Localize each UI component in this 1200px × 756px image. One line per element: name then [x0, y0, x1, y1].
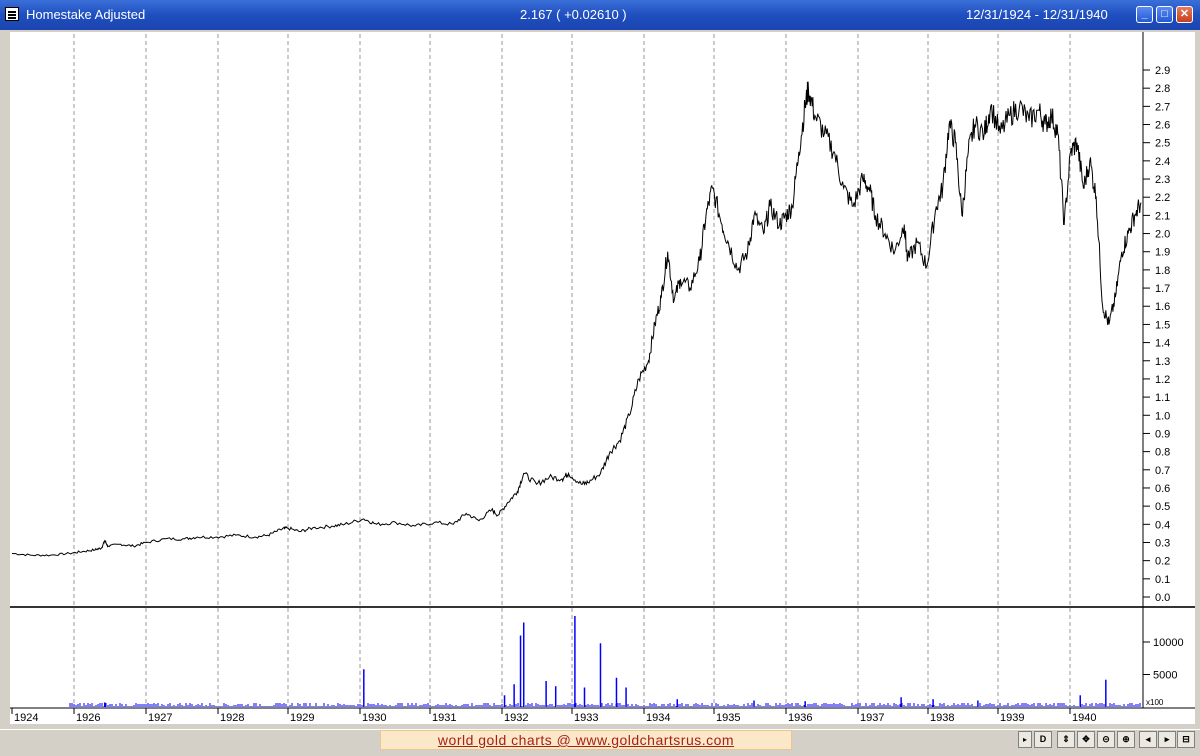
x-tick-label-1929: 1929	[290, 712, 314, 724]
y-tick-label-2.7: 2.7	[1155, 101, 1170, 113]
zoom-out-button[interactable]: ⊝	[1097, 731, 1115, 748]
x-tick-label-1931: 1931	[432, 712, 456, 724]
y-tick-label-2.1: 2.1	[1155, 210, 1170, 222]
chart-area[interactable]: 0.0 0.1 0.2 0.3 0.4 0.5 0.6 0.7 0.8 0.9 1.0 1.1 1.2 1…	[0, 30, 1200, 729]
volume-axis-background	[1143, 608, 1195, 708]
title-bar[interactable]: Homestake Adjusted 2.167 ( +0.02610 ) 12…	[0, 0, 1200, 30]
x-tick-label-1926: 1926	[76, 712, 100, 724]
y-tick-label-2.9: 2.9	[1155, 65, 1170, 77]
y-tick-label-1.6: 1.6	[1155, 301, 1170, 313]
volume-tick-label-10000: 10000	[1153, 637, 1184, 649]
y-tick-label-2.3: 2.3	[1155, 174, 1170, 186]
zoom-in-button[interactable]: ⊕	[1117, 731, 1135, 748]
app-window: Homestake Adjusted 2.167 ( +0.02610 ) 12…	[0, 0, 1200, 756]
x-tick-label-1935: 1935	[716, 712, 740, 724]
y-tick-label-2.8: 2.8	[1155, 83, 1170, 95]
last-value-readout: 2.167 ( +0.02610 )	[520, 7, 627, 22]
x-tick-label-1940: 1940	[1072, 712, 1096, 724]
x-tick-label-1939: 1939	[1000, 712, 1024, 724]
y-tick-label-1.9: 1.9	[1155, 247, 1170, 259]
x-tick-label-1933: 1933	[574, 712, 598, 724]
y-tick-label-0.6: 0.6	[1155, 483, 1170, 495]
scroll-right-button[interactable]: ▸	[1018, 731, 1032, 748]
scroll-right-end-button[interactable]: ▸	[1158, 731, 1176, 748]
window-title: Homestake Adjusted	[26, 7, 146, 22]
y-tick-label-1.5: 1.5	[1155, 319, 1170, 331]
y-tick-label-0.5: 0.5	[1155, 501, 1170, 513]
x-tick-label-1928: 1928	[220, 712, 244, 724]
x-tick-label-1930: 1930	[362, 712, 386, 724]
y-tick-label-0.3: 0.3	[1155, 537, 1170, 549]
y-tick-label-1.4: 1.4	[1155, 338, 1170, 350]
volume-tick-label-5000: 5000	[1153, 670, 1177, 682]
y-tick-label-0.8: 0.8	[1155, 447, 1170, 459]
watermark-link[interactable]: world gold charts @ www.goldchartsrus.co…	[380, 730, 792, 750]
x-tick-label-1934: 1934	[646, 712, 670, 724]
y-tick-label-0.4: 0.4	[1155, 519, 1170, 531]
x-tick-label-1932: 1932	[504, 712, 528, 724]
x-tick-label-1937: 1937	[860, 712, 884, 724]
y-tick-label-1.0: 1.0	[1155, 410, 1170, 422]
y-tick-label-2.5: 2.5	[1155, 138, 1170, 150]
y-tick-label-2.4: 2.4	[1155, 156, 1170, 168]
close-button[interactable]: ✕	[1176, 6, 1193, 23]
system-menu-icon[interactable]	[5, 7, 19, 21]
date-range-readout: 12/31/1924 - 12/31/1940	[966, 7, 1108, 22]
y-tick-label-1.1: 1.1	[1155, 392, 1170, 404]
volume-plot-background	[10, 608, 1143, 708]
x-tick-label-1927: 1927	[148, 712, 172, 724]
y-tick-label-1.3: 1.3	[1155, 356, 1170, 368]
y-tick-label-0.9: 0.9	[1155, 428, 1170, 440]
price-plot-background	[10, 32, 1143, 606]
pan-button[interactable]: ✥	[1077, 731, 1095, 748]
y-tick-label-2.0: 2.0	[1155, 229, 1170, 241]
y-tick-label-1.7: 1.7	[1155, 283, 1170, 295]
scroll-left-button[interactable]: ◂	[1139, 731, 1157, 748]
y-tick-label-2.2: 2.2	[1155, 192, 1170, 204]
y-tick-label-0.2: 0.2	[1155, 556, 1170, 568]
y-tick-label-0.7: 0.7	[1155, 465, 1170, 477]
x-tick-label-1936: 1936	[788, 712, 812, 724]
y-tick-label-2.6: 2.6	[1155, 120, 1170, 132]
minimize-button[interactable]: _	[1136, 6, 1153, 23]
vertical-scale-button[interactable]: ⇕	[1057, 731, 1075, 748]
volume-unit-label: x100	[1146, 698, 1164, 707]
x-tick-label-1938: 1938	[930, 712, 954, 724]
daily-period-button[interactable]: D	[1034, 731, 1052, 748]
y-tick-label-1.8: 1.8	[1155, 265, 1170, 277]
x-tick-label-1924: 1924	[14, 712, 38, 724]
y-tick-label-1.2: 1.2	[1155, 374, 1170, 386]
maximize-button[interactable]: □	[1156, 6, 1173, 23]
y-tick-label-0.0: 0.0	[1155, 592, 1170, 604]
y-tick-label-0.1: 0.1	[1155, 574, 1170, 586]
layout-button[interactable]: ⊟	[1177, 731, 1195, 748]
